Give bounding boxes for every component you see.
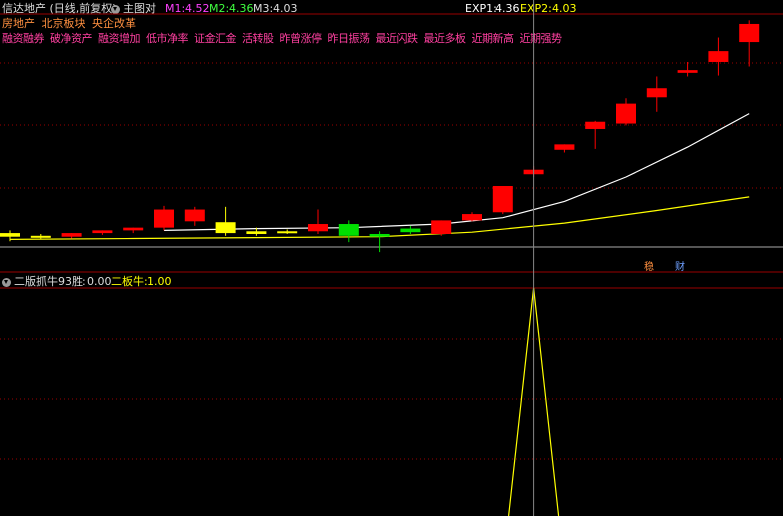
candle-body xyxy=(154,209,174,228)
badge-finance[interactable]: 财 xyxy=(675,262,685,274)
candle-body xyxy=(30,235,51,238)
indicator-label2: 二板牛: xyxy=(111,275,148,288)
candle-body xyxy=(338,224,359,236)
moving-average-lines xyxy=(9,113,750,240)
candle-body xyxy=(277,231,298,234)
candle-body xyxy=(677,70,698,73)
candle-body xyxy=(61,233,82,237)
candle-body xyxy=(123,227,144,231)
candle-body xyxy=(184,209,205,222)
candle-body xyxy=(246,231,267,234)
candle-body xyxy=(554,144,575,150)
dropdown-icon[interactable] xyxy=(2,278,11,287)
candle-body xyxy=(646,88,667,98)
candle-body xyxy=(616,103,636,124)
price-chart[interactable] xyxy=(0,0,783,516)
candle-body xyxy=(492,186,513,213)
candle-body xyxy=(739,23,760,43)
stock-chart-window: { "header": { "title": "信达地产 (日线,前复权)", … xyxy=(0,0,783,516)
candle-body xyxy=(0,233,20,237)
indicator-value: 0.00 xyxy=(87,275,112,288)
candle-body xyxy=(431,220,452,234)
badge-stable[interactable]: 稳 xyxy=(644,262,654,274)
candle-body xyxy=(585,121,606,129)
candle-body xyxy=(92,230,113,234)
indicator-name[interactable]: 二版抓牛93胜 xyxy=(14,275,83,289)
candlesticks xyxy=(0,20,760,253)
candle-body xyxy=(308,224,328,232)
indicator-value2: 1.00 xyxy=(147,275,172,288)
candle-body xyxy=(215,222,236,234)
candle-body xyxy=(400,228,421,233)
candle-body xyxy=(462,214,482,221)
exp1-line xyxy=(163,113,750,231)
indicator-sep: : xyxy=(82,275,86,288)
candle-body xyxy=(369,233,390,237)
candle-body xyxy=(708,51,729,62)
